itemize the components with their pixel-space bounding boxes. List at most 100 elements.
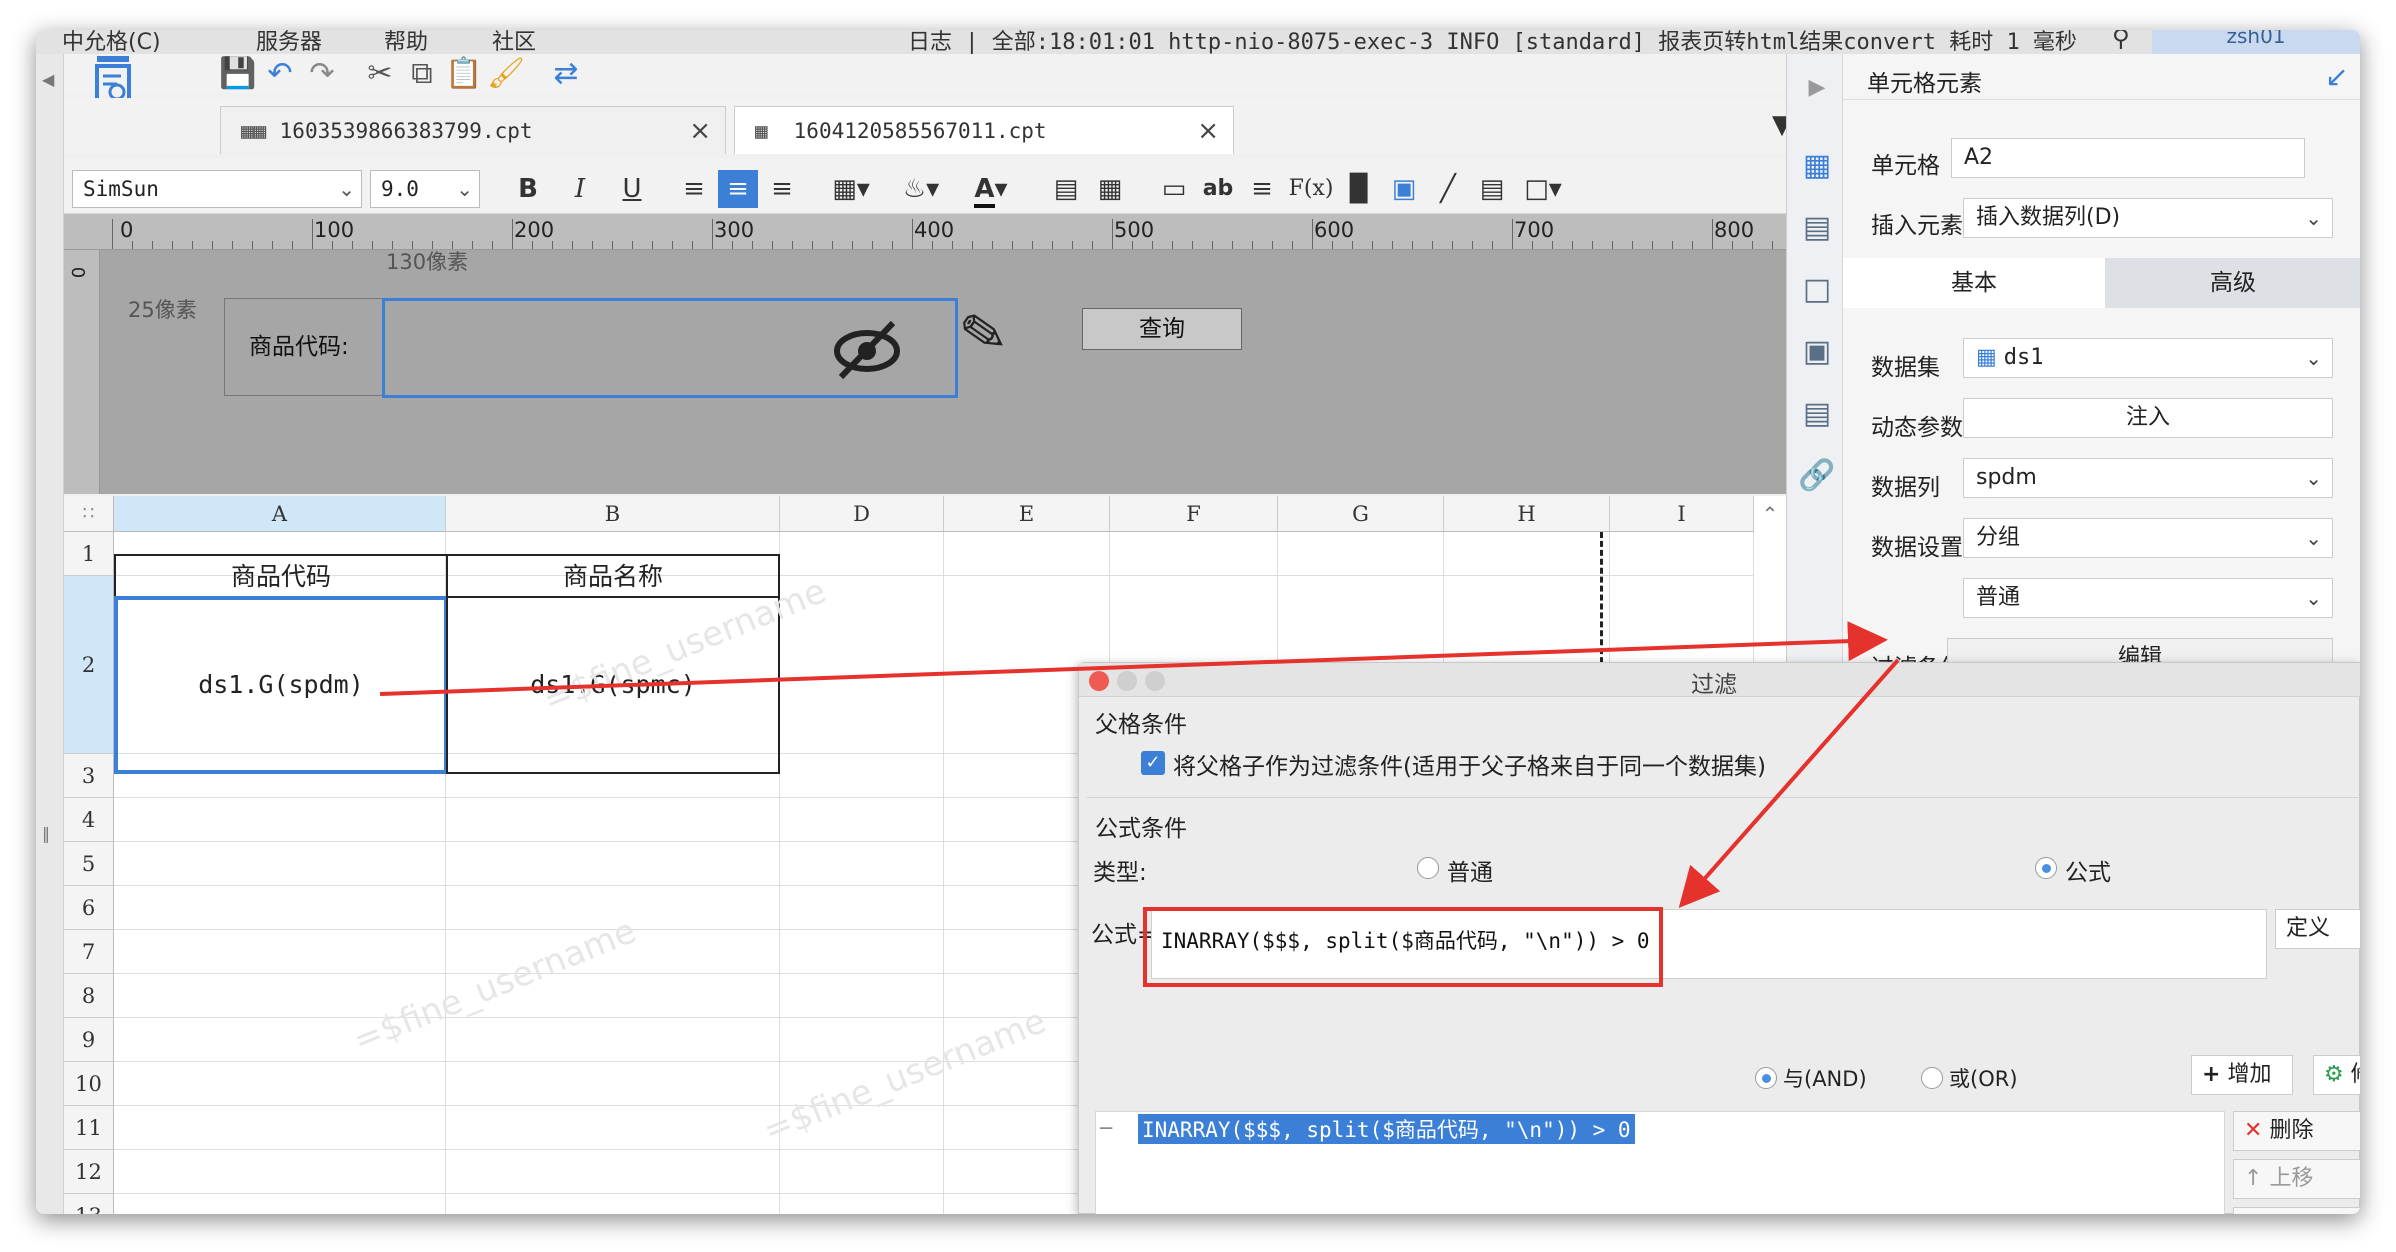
bold-button[interactable]: B <box>508 170 548 208</box>
grid-cell[interactable] <box>446 1106 780 1150</box>
menu-cell[interactable]: 中允格(C) <box>62 30 161 54</box>
modify-condition-button[interactable]: ⚙ 修改 <box>2313 1055 2360 1095</box>
parent-filter-checkbox[interactable]: ✓ <box>1141 751 1165 775</box>
row-header-3[interactable]: 3 <box>64 754 114 798</box>
select-all-corner[interactable]: ∷ <box>64 496 114 532</box>
grid-cell[interactable] <box>1110 532 1278 576</box>
grid-cell[interactable] <box>114 842 446 886</box>
grid-cell[interactable] <box>114 1150 446 1194</box>
column-header-f[interactable]: F <box>1110 496 1278 532</box>
tab-file-2[interactable]: ▦ 1604120585567011.cpt × <box>734 106 1234 154</box>
grid-cell[interactable] <box>114 1194 446 1214</box>
grid-cell[interactable] <box>780 842 944 886</box>
grid-cell[interactable] <box>780 1194 944 1214</box>
grid-cell[interactable] <box>446 798 780 842</box>
fill-color-icon[interactable]: ♨▾ <box>894 170 948 208</box>
delete-button[interactable]: ✕ 删除 <box>2233 1111 2360 1151</box>
data-setting-select[interactable]: 分组 ⌄ <box>1963 518 2333 558</box>
dataset-select[interactable]: ▦ ds1 ⌄ <box>1963 338 2333 378</box>
query-button[interactable]: 查询 <box>1082 308 1242 350</box>
grid-cell[interactable] <box>114 1062 446 1106</box>
condition-list-item[interactable]: INARRAY($$$, split($商品代码, "\n")) > 0 <box>1138 1114 1635 1144</box>
left-collapse-strip[interactable]: ◀ ‖ <box>36 54 64 1214</box>
grid-cell[interactable] <box>780 974 944 1018</box>
border-icon[interactable]: ▦▾ <box>824 170 878 208</box>
italic-button[interactable]: I <box>560 170 600 208</box>
grid-cell[interactable] <box>1278 532 1444 576</box>
font-color-icon[interactable]: A▾ <box>964 170 1018 208</box>
header-cell-name[interactable]: 商品名称 <box>446 554 780 598</box>
row-header-13[interactable]: 13 <box>64 1194 114 1214</box>
cell-element-icon[interactable]: ▦ <box>1797 146 1837 186</box>
align-right-icon[interactable]: ≡ <box>762 170 802 208</box>
data-column-select[interactable]: spdm ⌄ <box>1963 458 2333 498</box>
move-down-button[interactable]: ↓ 下移 <box>2233 1207 2360 1214</box>
condition-attribute-icon[interactable]: ▤ <box>1797 394 1837 434</box>
row-header-10[interactable]: 10 <box>64 1062 114 1106</box>
menu-help[interactable]: 帮助 <box>384 30 428 54</box>
grid-cell[interactable] <box>780 886 944 930</box>
grid-cell[interactable] <box>780 532 944 576</box>
maximize-window-icon[interactable] <box>1145 671 1165 691</box>
grid-cell[interactable] <box>114 930 446 974</box>
header-cell-code[interactable]: 商品代码 <box>114 554 448 598</box>
save-icon[interactable]: 💾 <box>218 54 258 94</box>
minimize-window-icon[interactable] <box>1117 671 1137 691</box>
cell-address-input[interactable]: A2 <box>1951 138 2305 178</box>
cell-attribute-icon[interactable]: ▤ <box>1797 208 1837 248</box>
align-left-icon[interactable]: ≡ <box>674 170 714 208</box>
row-header-6[interactable]: 6 <box>64 886 114 930</box>
close-icon[interactable]: × <box>1197 107 1219 155</box>
inject-button[interactable]: 注入 <box>1963 398 2333 438</box>
grid-cell[interactable] <box>446 1150 780 1194</box>
grid-cell[interactable] <box>114 886 446 930</box>
column-header-i[interactable]: I <box>1610 496 1754 532</box>
slash-cell-icon[interactable]: ╱ <box>1428 170 1468 208</box>
rich-text-icon[interactable]: ≡ <box>1242 170 1282 208</box>
row-header-2[interactable]: 2 <box>64 576 114 754</box>
column-header-d[interactable]: D <box>780 496 944 532</box>
grid-cell[interactable] <box>114 798 446 842</box>
menu-community[interactable]: 社区 <box>492 30 536 54</box>
grid-cell[interactable] <box>780 930 944 974</box>
column-header-b[interactable]: B <box>446 496 780 532</box>
copy-icon[interactable]: ⧉ <box>402 54 442 94</box>
scroll-up-icon[interactable]: ⌃ <box>1754 496 1786 532</box>
cell-frame-icon[interactable]: □▾ <box>1516 170 1570 208</box>
tab-basic[interactable]: 基本 <box>1843 258 2105 308</box>
param-text-field[interactable] <box>382 298 958 398</box>
text-label-icon[interactable]: ab <box>1198 170 1238 208</box>
align-center-icon[interactable]: ≡ <box>718 170 758 208</box>
tab-file-1[interactable]: ▦▦ 1603539866383799.cpt × <box>220 106 726 154</box>
merge-cells-icon[interactable]: ▤ <box>1046 170 1086 208</box>
insert-element-select[interactable]: 插入数据列(D) ⌄ <box>1963 198 2333 238</box>
hidden-eye-icon[interactable] <box>831 315 903 385</box>
add-condition-button[interactable]: + 增加 <box>2191 1055 2293 1095</box>
type-formula-radio[interactable] <box>2035 857 2057 879</box>
row-header-7[interactable]: 7 <box>64 930 114 974</box>
font-family-select[interactable]: SimSun ⌄ <box>72 170 362 208</box>
paste-icon[interactable]: 📋 <box>444 54 484 94</box>
row-header-12[interactable]: 12 <box>64 1150 114 1194</box>
collapse-left-icon[interactable]: ◀ <box>42 70 54 89</box>
grid-cell[interactable] <box>780 798 944 842</box>
data-setting-sub-select[interactable]: 普通 ⌄ <box>1963 578 2333 618</box>
grid-cell[interactable] <box>446 1062 780 1106</box>
float-element-icon[interactable]: □ <box>1797 270 1837 310</box>
redo-icon[interactable]: ↷ <box>302 54 342 94</box>
grid-cell[interactable] <box>944 532 1110 576</box>
condition-list[interactable]: ─ INARRAY($$$, split($商品代码, "\n")) > 0 <box>1095 1111 2225 1214</box>
row-header-9[interactable]: 9 <box>64 1018 114 1062</box>
row-header-1[interactable]: 1 <box>64 532 114 576</box>
column-header-h[interactable]: H <box>1444 496 1610 532</box>
split-cells-icon[interactable]: ▦ <box>1090 170 1130 208</box>
search-icon[interactable]: ⚲ <box>2112 30 2130 52</box>
or-radio[interactable] <box>1921 1067 1943 1089</box>
row-header-5[interactable]: 5 <box>64 842 114 886</box>
cut-icon[interactable]: ✂ <box>360 54 400 94</box>
grid-cell[interactable] <box>446 1194 780 1214</box>
insert-row-icon[interactable]: ▭ <box>1154 170 1194 208</box>
swap-icon[interactable]: ⇄ <box>546 54 586 94</box>
user-badge[interactable]: zsh01 <box>2152 30 2360 54</box>
row-header-4[interactable]: 4 <box>64 798 114 842</box>
